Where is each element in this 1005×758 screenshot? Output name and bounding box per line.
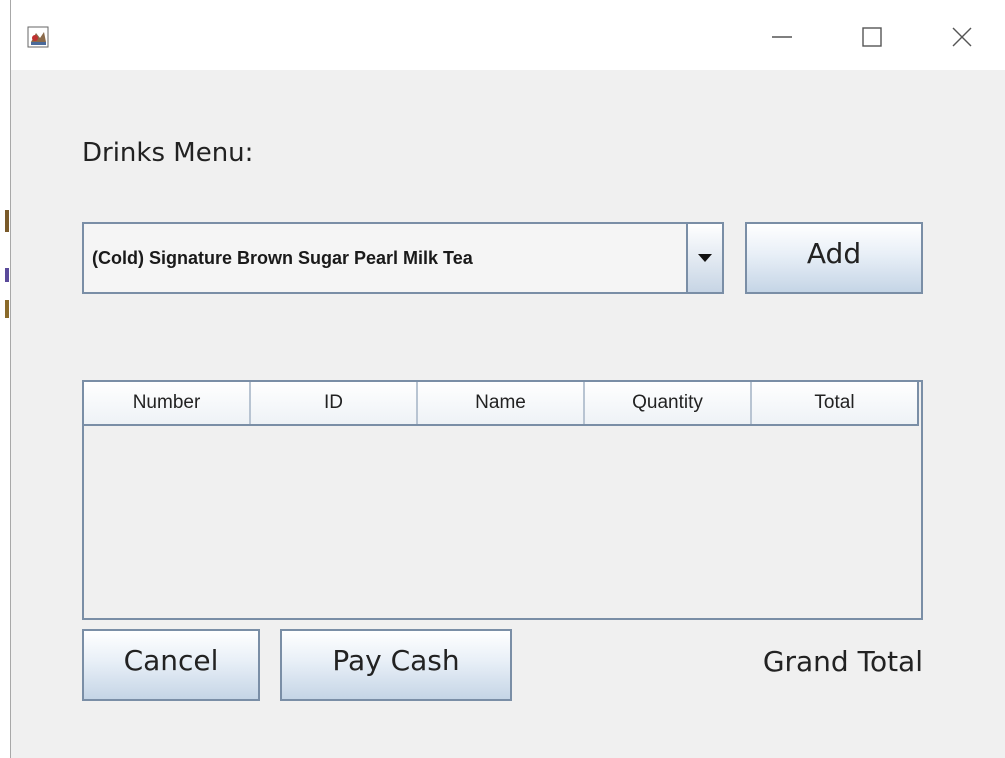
add-button[interactable]: Add	[745, 222, 923, 294]
grand-total-label: Grand Total	[762, 645, 923, 678]
column-header-number[interactable]: Number	[84, 382, 251, 424]
chevron-down-icon	[698, 254, 712, 262]
selected-drink: (Cold) Signature Brown Sugar Pearl Milk …	[92, 248, 473, 268]
column-header-id[interactable]: ID	[251, 382, 418, 424]
cancel-button[interactable]: Cancel	[82, 629, 260, 701]
app-window: Drinks Menu: (Cold) Signature Brown Suga…	[10, 0, 1005, 758]
title-bar[interactable]	[11, 0, 1005, 70]
java-app-icon	[27, 26, 49, 48]
column-header-total[interactable]: Total	[752, 382, 919, 424]
drink-select-dropdown-button[interactable]	[686, 224, 722, 292]
desktop-edge-mark	[5, 300, 9, 318]
drinks-menu-label: Drinks Menu:	[82, 138, 254, 168]
maximize-button[interactable]	[849, 14, 895, 60]
desktop-edge-mark	[5, 268, 9, 282]
pay-cash-button[interactable]: Pay Cash	[280, 629, 512, 701]
close-icon	[952, 27, 972, 47]
close-button[interactable]	[939, 14, 985, 60]
order-table-body[interactable]	[84, 426, 921, 618]
order-table[interactable]: Number ID Name Quantity Total	[82, 380, 923, 620]
maximize-icon	[862, 27, 882, 47]
order-table-header: Number ID Name Quantity Total	[84, 382, 919, 426]
desktop-edge	[0, 0, 10, 758]
drink-select[interactable]: (Cold) Signature Brown Sugar Pearl Milk …	[82, 222, 724, 294]
desktop-edge-mark	[5, 210, 9, 232]
column-header-name[interactable]: Name	[418, 382, 585, 424]
minimize-button[interactable]	[759, 14, 805, 60]
column-header-quantity[interactable]: Quantity	[585, 382, 752, 424]
minimize-icon	[772, 36, 792, 38]
